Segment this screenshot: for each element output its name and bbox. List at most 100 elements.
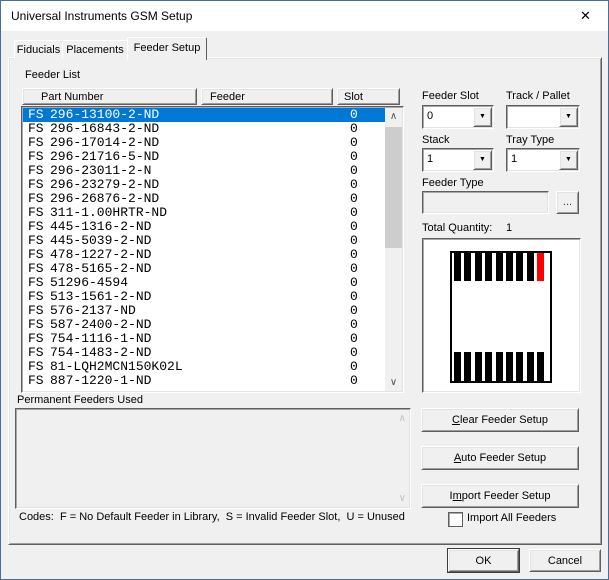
tab-feeder-setup-label: Feeder Setup bbox=[133, 42, 201, 54]
feeder-row[interactable]: FS 51296-4594 0 bbox=[23, 276, 385, 290]
dialog-window: Universal Instruments GSM Setup ✕ Fiduci… bbox=[0, 0, 609, 580]
feeder-slot-bar bbox=[474, 352, 482, 381]
feeder-row[interactable]: FS 587-2400-2-ND 0 bbox=[23, 318, 385, 332]
feeder-row-part: 81-LQH2MCN150K02L bbox=[50, 359, 183, 374]
chevron-down-icon[interactable]: ▼ bbox=[559, 107, 578, 127]
import-all-feeders-checkbox[interactable] bbox=[448, 512, 463, 527]
feeder-slot-select[interactable]: 0 ▼ bbox=[422, 105, 494, 129]
feeder-row[interactable]: FS 296-26876-2-ND 0 bbox=[23, 192, 385, 206]
feeder-row-part: 445-1316-2-ND bbox=[50, 219, 152, 234]
feeder-type-browse-button[interactable]: ... bbox=[556, 191, 579, 214]
feeder-slot-bar bbox=[495, 253, 503, 281]
feeder-slot-bar bbox=[474, 253, 482, 281]
column-header-feeder[interactable]: Feeder bbox=[201, 88, 333, 105]
track-pallet-select[interactable]: ▼ bbox=[506, 105, 580, 129]
feeder-rows: FS 296-13100-2-ND 0 FS 296-16843-2-ND 0 FS 296-… bbox=[23, 108, 385, 391]
feeder-row[interactable]: FS 576-2137-ND 0 bbox=[23, 304, 385, 318]
feeder-row-code: FS bbox=[28, 233, 44, 248]
feeder-row[interactable]: FS 513-1561-2-ND 0 bbox=[23, 290, 385, 304]
cancel-button[interactable]: Cancel bbox=[529, 549, 601, 572]
feeder-row[interactable]: FS 296-21716-5-ND 0 bbox=[23, 150, 385, 164]
feeder-row-part: 587-2400-2-ND bbox=[50, 317, 152, 332]
feeder-row-code: FS bbox=[28, 289, 44, 304]
feeder-list[interactable]: FS 296-13100-2-ND 0 FS 296-16843-2-ND 0 FS 296-… bbox=[21, 106, 404, 393]
stack-label: Stack bbox=[422, 134, 450, 146]
feeder-slot-bar bbox=[537, 253, 544, 281]
feeder-row[interactable]: FS 81-LQH2MCN150K02L 0 bbox=[23, 360, 385, 374]
clear-feeder-setup-button[interactable]: Clear Feeder Setup bbox=[421, 408, 579, 432]
feeder-row-part: 478-1227-2-ND bbox=[50, 247, 152, 262]
feeder-row[interactable]: FS 445-5039-2-ND 0 bbox=[23, 234, 385, 248]
machine-top-slots bbox=[454, 253, 544, 281]
scrollbar-up-icon[interactable]: ∧ bbox=[385, 108, 402, 125]
column-header-slot-label: Slot bbox=[344, 91, 363, 103]
feeder-row-code: FS bbox=[28, 345, 44, 360]
import-all-feeders-label[interactable]: Import All Feeders bbox=[467, 512, 556, 524]
feeder-row-code: FS bbox=[28, 177, 44, 192]
clear-label-rest: lear Feeder Setup bbox=[459, 414, 548, 426]
feeder-type-input bbox=[422, 191, 549, 214]
feeder-slot-value: 0 bbox=[427, 110, 434, 122]
feeder-row-slot: 0 bbox=[350, 303, 358, 318]
feeder-row-code: FS bbox=[28, 108, 44, 122]
feeder-slot-bar bbox=[526, 352, 534, 381]
feeder-slot-bar bbox=[454, 253, 461, 281]
tab-placements[interactable]: Placements bbox=[62, 40, 128, 59]
feeder-row[interactable]: FS 296-13100-2-ND 0 bbox=[23, 108, 385, 122]
column-header-part-number[interactable]: Part Number bbox=[22, 88, 197, 105]
feeder-row-part: 576-2137-ND bbox=[50, 303, 136, 318]
feeder-row[interactable]: FS 478-5165-2-ND 0 bbox=[23, 262, 385, 276]
scrollbar-down-icon: ∨ bbox=[398, 493, 406, 504]
window-title: Universal Instruments GSM Setup bbox=[11, 9, 193, 23]
feeder-slot-label: Feeder Slot bbox=[422, 90, 479, 102]
feeder-row-code: FS bbox=[28, 149, 44, 164]
feeder-row[interactable]: FS 445-1316-2-ND 0 bbox=[23, 220, 385, 234]
feeder-row[interactable]: FS 754-1483-2-ND 0 bbox=[23, 346, 385, 360]
feeder-list-scrollbar[interactable]: ∧ ∨ bbox=[385, 108, 402, 391]
scrollbar-down-icon[interactable]: ∨ bbox=[385, 374, 402, 391]
tab-feeder-setup[interactable]: Feeder Setup bbox=[127, 37, 207, 60]
feeder-row[interactable]: FS 296-17014-2-ND 0 bbox=[23, 136, 385, 150]
stack-value: 1 bbox=[427, 153, 434, 165]
feeder-row[interactable]: FS 887-1220-1-ND 0 bbox=[23, 374, 385, 388]
feeder-row[interactable]: FS 296-16843-2-ND 0 bbox=[23, 122, 385, 136]
feeder-row[interactable]: FS 478-1227-2-ND 0 bbox=[23, 248, 385, 262]
feeder-row[interactable]: FS 754-1116-1-ND 0 bbox=[23, 332, 385, 346]
tab-fiducials[interactable]: Fiducials bbox=[14, 40, 63, 59]
feeder-row-slot: 0 bbox=[350, 108, 358, 122]
scrollbar-thumb[interactable] bbox=[385, 127, 402, 248]
stack-select[interactable]: 1 ▼ bbox=[422, 148, 494, 172]
auto-feeder-setup-button[interactable]: Auto Feeder Setup bbox=[421, 446, 579, 470]
permanent-feeders-label: Permanent Feeders Used bbox=[17, 394, 143, 406]
tray-type-select[interactable]: 1 ▼ bbox=[506, 148, 580, 172]
close-icon[interactable]: ✕ bbox=[563, 1, 608, 31]
feeder-row[interactable]: FS 311-1.00HRTR-ND 0 bbox=[23, 206, 385, 220]
feeder-row-slot: 0 bbox=[350, 247, 358, 262]
feeder-list-label: Feeder List bbox=[25, 69, 81, 81]
feeder-row[interactable]: FS 296-23279-2-ND 0 bbox=[23, 178, 385, 192]
feeder-row-part: 296-21716-5-ND bbox=[50, 149, 160, 164]
chevron-down-icon[interactable]: ▼ bbox=[473, 107, 492, 127]
feeder-row[interactable]: FS 296-23011-2-N 0 bbox=[23, 164, 385, 178]
feeder-slot-bar bbox=[485, 253, 493, 281]
feeder-type-label: Feeder Type bbox=[422, 177, 484, 189]
feeder-row-code: FS bbox=[28, 121, 44, 136]
feeder-row-slot: 0 bbox=[350, 345, 358, 360]
feeder-row-code: FS bbox=[28, 163, 44, 178]
import-feeder-setup-button[interactable]: Import Feeder Setup bbox=[421, 484, 579, 508]
ok-button[interactable]: OK bbox=[448, 549, 519, 572]
tab-fiducials-label: Fiducials bbox=[16, 44, 61, 56]
feeder-row-part: 296-23279-2-ND bbox=[50, 177, 160, 192]
feeder-row-code: FS bbox=[28, 205, 44, 220]
tab-placements-label: Placements bbox=[66, 44, 124, 56]
column-header-slot[interactable]: Slot bbox=[337, 88, 400, 105]
feeder-row-slot: 0 bbox=[350, 233, 358, 248]
feeder-row-part: 296-23011-2-N bbox=[50, 163, 152, 178]
chevron-down-icon[interactable]: ▼ bbox=[559, 150, 578, 170]
chevron-down-icon[interactable]: ▼ bbox=[473, 150, 492, 170]
column-header-feeder-label: Feeder bbox=[210, 91, 245, 103]
feeder-row-code: FS bbox=[28, 135, 44, 150]
feeder-row-code: FS bbox=[28, 219, 44, 234]
cancel-button-label: Cancel bbox=[547, 555, 583, 567]
feeder-slot-bar bbox=[537, 352, 544, 381]
